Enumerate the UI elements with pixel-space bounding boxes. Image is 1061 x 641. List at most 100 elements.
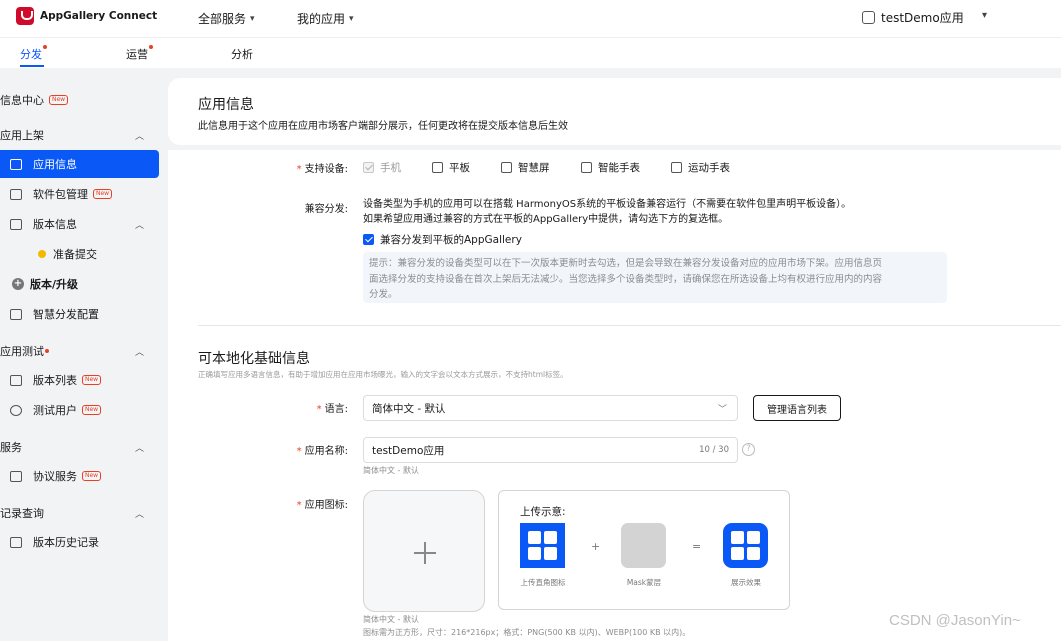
sidebar-item-label: 版本/升级	[30, 278, 79, 291]
sidebar-item-version-list[interactable]: 版本列表 New	[0, 366, 159, 394]
checkbox[interactable]	[581, 162, 592, 173]
compat-line-1: 设备类型为手机的应用可以在搭载 HarmonyOS系统的平板设备兼容运行（不需要…	[363, 199, 852, 210]
sidebar-item-label: 应用信息	[33, 158, 77, 171]
logo[interactable]: AppGallery Connect	[16, 7, 157, 25]
device-checkbox-smart-screen[interactable]: 智慧屏	[501, 160, 550, 175]
compat-checkbox[interactable]: 兼容分发到平板的AppGallery	[363, 232, 522, 247]
chevron-up-icon: ︿	[134, 347, 144, 358]
current-app-name: testDemo应用	[881, 11, 964, 25]
sidebar-group-publish[interactable]: 应用上架 ︿	[0, 127, 159, 143]
icon-upload-area[interactable]	[363, 490, 485, 612]
sidebar: 信息中心 New 应用上架 ︿ 应用信息 软件包管理 New 版本信息 ︿ 准备…	[0, 68, 166, 641]
demo-caption-2: Mask蒙层	[626, 578, 662, 587]
sidebar-item-label: 版本信息	[33, 218, 77, 231]
app-icon-label-text: 应用图标:	[304, 500, 348, 511]
chevron-up-icon: ︿	[134, 220, 144, 231]
language-select-value: 简体中文 - 默认	[372, 402, 446, 415]
demo-caption-3: 展示效果	[731, 578, 761, 587]
new-badge: New	[82, 405, 102, 415]
sidebar-group-service[interactable]: 服务 ︿	[0, 439, 159, 455]
sidebar-item-label: 信息中心	[0, 94, 44, 107]
devices-label: * 支持设备:	[288, 160, 348, 175]
sidebar-group-test[interactable]: 应用测试 ︿	[0, 343, 159, 359]
demo-title: 上传示意:	[520, 506, 566, 518]
new-badge: New	[82, 471, 102, 481]
localization-description: 正确填写应用多语言信息，有助于增加应用在应用市场曝光，输入的文字会以文本方式展示…	[198, 370, 568, 379]
device-checkbox-smartwatch[interactable]: 智能手表	[581, 160, 640, 175]
nav-all-services[interactable]: 全部服务 ▾	[198, 10, 255, 27]
page-description: 此信息用于这个应用在应用市场客户端部分展示，任何更改将在提交版本信息后生效	[198, 121, 568, 132]
watermark: CSDN @JasonYin~	[889, 612, 1021, 629]
new-badge: New	[82, 375, 102, 385]
demo-caption-1: 上传直角图标	[520, 578, 566, 587]
icon-hint-1: 简体中文 - 默认	[363, 615, 419, 624]
upload-demo-panel: 上传示意: + = 上传直角图标 Mask蒙层 展示效果	[498, 490, 790, 610]
sidebar-item-info-center[interactable]: 信息中心 New	[0, 92, 159, 108]
square-app-icon	[520, 523, 565, 568]
tab-analytics[interactable]: 分析	[231, 46, 253, 62]
language-label: * 语言:	[288, 400, 348, 415]
tab-operate-label: 运营	[126, 48, 148, 61]
device-option-label: 手机	[380, 162, 401, 174]
sidebar-item-package[interactable]: 软件包管理 New	[0, 180, 159, 208]
checkbox[interactable]	[432, 162, 443, 173]
tab-distribute-label: 分发	[20, 48, 42, 61]
tip-line-3: 分发。	[369, 289, 398, 300]
chevron-up-icon: ︿	[134, 509, 144, 520]
app-info-card: 应用信息 此信息用于这个应用在应用市场客户端部分展示，任何更改将在提交版本信息后…	[168, 78, 1061, 145]
language-select[interactable]: 简体中文 - 默认 ﹀	[363, 395, 738, 421]
compat-checkbox-label: 兼容分发到平板的AppGallery	[380, 234, 522, 246]
plus-icon: +	[591, 540, 601, 553]
manage-language-button[interactable]: 管理语言列表	[753, 395, 841, 421]
checkbox-disabled	[363, 162, 374, 173]
required-mark: *	[296, 164, 302, 175]
device-checkbox-tablet[interactable]: 平板	[432, 160, 470, 175]
chevron-down-icon[interactable]: ▾	[982, 10, 987, 21]
sidebar-item-app-info[interactable]: 应用信息	[0, 150, 159, 178]
app-name-input[interactable]: testDemo应用 10 / 30	[363, 437, 738, 463]
list-icon	[10, 374, 22, 386]
top-bar: AppGallery Connect 全部服务 ▾ 我的应用 ▾ testDem…	[0, 0, 1061, 38]
nav-my-apps-label: 我的应用	[297, 12, 346, 26]
tab-distribute[interactable]: 分发	[20, 45, 47, 62]
sidebar-item-label: 测试用户	[33, 404, 77, 417]
compat-line-2: 如果希望应用通过兼容的方式在平板的AppGallery中提供，请勾选下方的复选框…	[363, 214, 729, 225]
checkbox[interactable]	[501, 162, 512, 173]
sidebar-group-label: 应用测试	[0, 345, 44, 358]
chevron-down-icon: ▾	[349, 13, 354, 24]
app-switcher[interactable]: testDemo应用	[862, 9, 964, 26]
required-mark: *	[296, 500, 302, 511]
sidebar-item-smart-distribution[interactable]: 智慧分发配置	[0, 300, 159, 328]
help-icon[interactable]: ?	[742, 443, 755, 456]
device-option-label: 平板	[449, 162, 470, 174]
checkbox[interactable]	[671, 162, 682, 173]
checkbox-checked[interactable]	[363, 234, 374, 245]
logo-text: AppGallery Connect	[40, 10, 158, 22]
sidebar-group-label: 应用上架	[0, 129, 44, 142]
sidebar-item-version-history[interactable]: 版本历史记录	[0, 528, 159, 556]
sidebar-group-records[interactable]: 记录查询 ︿	[0, 505, 159, 521]
sidebar-group-label: 服务	[0, 441, 22, 454]
required-mark: *	[296, 446, 302, 457]
sidebar-item-version-info[interactable]: 版本信息 ︿	[0, 210, 159, 238]
tab-operate[interactable]: 运营	[126, 45, 153, 62]
app-info-icon	[10, 158, 22, 170]
notification-dot	[45, 349, 49, 353]
compat-tip: 提示：兼容分发的设备类型可以在下一次版本更新时去勾选，但是会导致在兼容分发设备对…	[363, 252, 947, 303]
sidebar-item-agreement[interactable]: 协议服务 New	[0, 462, 159, 490]
device-checkbox-sportswatch[interactable]: 运动手表	[671, 160, 730, 175]
nav-my-apps[interactable]: 我的应用 ▾	[297, 10, 354, 27]
sidebar-item-prepare-submit[interactable]: 准备提交	[0, 240, 159, 268]
huawei-bag-icon	[16, 7, 34, 25]
chevron-up-icon: ︿	[134, 131, 144, 142]
char-counter: 10 / 30	[699, 445, 729, 455]
language-label-text: 语言:	[324, 404, 348, 415]
sidebar-item-upgrade[interactable]: + 版本/升级	[0, 270, 159, 298]
package-icon	[10, 188, 22, 200]
sidebar-group-label: 记录查询	[0, 507, 44, 520]
sub-tabs: 分发 运营 分析	[0, 38, 1061, 68]
chevron-down-icon: ﹀	[717, 404, 727, 415]
sidebar-item-test-users[interactable]: 测试用户 New	[0, 396, 159, 424]
version-info-icon	[10, 218, 22, 230]
rounded-app-icon	[723, 523, 768, 568]
